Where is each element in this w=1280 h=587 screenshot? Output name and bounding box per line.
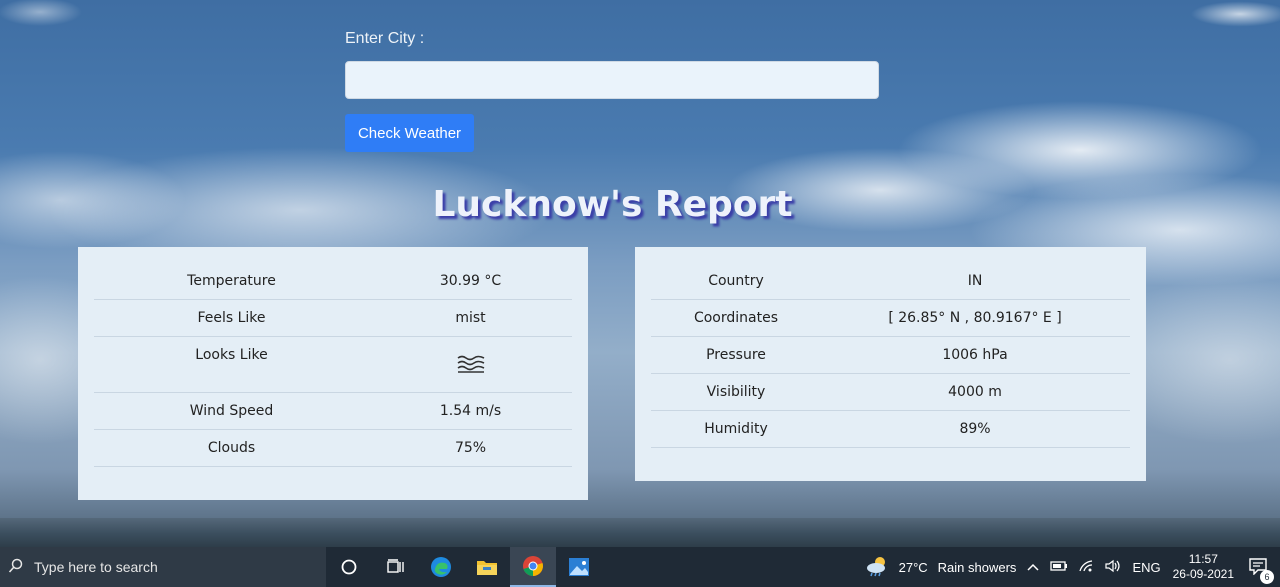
table-row: Feels Like mist [94,300,572,337]
table-row: Visibility 4000 m [651,374,1130,411]
search-icon [8,558,24,577]
system-tray: 27°C Rain showers ENG 11:57 26-09-2021 6 [855,547,1280,587]
cortana-icon[interactable] [326,547,372,587]
wind-speed-value: 1.54 m/s [439,403,502,419]
report-title: Lucknow's Report [432,184,793,225]
visibility-label: Visibility [706,384,766,400]
table-row: Coordinates [ 26.85° N , 80.9167° E ] [651,300,1130,337]
clock[interactable]: 11:57 26-09-2021 [1173,552,1234,582]
humidity-label: Humidity [704,421,768,437]
table-row: Humidity 89% [651,411,1130,448]
humidity-value: 89% [959,421,991,437]
clock-time: 11:57 [1188,552,1218,566]
wifi-icon[interactable] [1078,559,1094,576]
visibility-value: 4000 m [948,384,1002,400]
photos-icon[interactable] [556,547,602,587]
pressure-label: Pressure [706,347,766,363]
search-placeholder: Type here to search [34,559,158,575]
country-value: IN [967,273,983,289]
taskbar: Type here to search 27°C Rain showers EN… [0,547,1280,587]
mist-icon [457,355,485,377]
table-row: Country IN [651,263,1130,300]
coordinates-value: [ 26.85° N , 80.9167° E ] [888,310,1062,326]
table-row: Pressure 1006 hPa [651,337,1130,374]
clouds-value: 75% [454,440,487,456]
feels-like-label: Feels Like [197,310,266,326]
file-explorer-icon[interactable] [464,547,510,587]
coordinates-label: Coordinates [693,310,779,326]
chrome-icon[interactable] [510,547,556,587]
table-row: Temperature 30.99 °C [94,263,572,300]
feels-like-value: mist [455,310,486,326]
sea-background [0,518,1280,548]
city-input[interactable] [345,61,879,99]
temperature-value: 30.99 °C [439,273,502,289]
wind-speed-label: Wind Speed [189,403,274,419]
weather-temperature[interactable]: 27°C [899,560,928,575]
weather-icon[interactable] [865,555,889,580]
weather-card-right: Country IN Coordinates [ 26.85° N , 80.9… [635,247,1146,481]
taskbar-search[interactable]: Type here to search [0,547,326,587]
table-row: Clouds 75% [94,430,572,467]
temperature-label: Temperature [187,273,276,289]
table-row: Looks Like [94,337,572,393]
check-weather-button[interactable]: Check Weather [345,114,474,152]
language-indicator[interactable]: ENG [1132,560,1160,575]
battery-icon[interactable] [1050,560,1068,575]
notification-count: 6 [1260,569,1274,584]
weather-description[interactable]: Rain showers [938,560,1017,575]
pressure-value: 1006 hPa [942,347,1008,363]
city-label: Enter City : [345,30,425,47]
clock-date: 26-09-2021 [1172,567,1234,581]
edge-icon[interactable] [418,547,464,587]
notification-icon[interactable]: 6 [1248,557,1274,584]
clouds-label: Clouds [207,440,256,456]
weather-card-left: Temperature 30.99 °C Feels Like mist Loo… [78,247,588,500]
volume-icon[interactable] [1104,559,1122,576]
country-label: Country [708,273,764,289]
chevron-up-icon[interactable] [1026,560,1040,575]
looks-like-label: Looks Like [195,347,268,363]
table-row: Wind Speed 1.54 m/s [94,393,572,430]
task-view-icon[interactable] [372,547,418,587]
